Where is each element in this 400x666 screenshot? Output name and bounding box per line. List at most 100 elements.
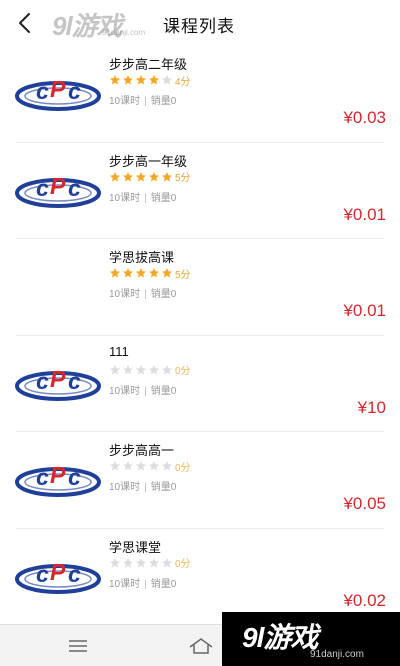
course-list-item[interactable]: c Pc 步步高二年级 4分 10课时 | 销量0 ¥0.03 (0, 46, 400, 143)
star-filled-icon (149, 268, 159, 278)
course-price: ¥10 (357, 397, 386, 417)
page-title: 课程列表 (163, 17, 235, 36)
star-filled-icon (110, 268, 120, 278)
star-rating: 0分 (109, 363, 191, 377)
star-rating: 5分 (109, 266, 191, 281)
star-filled-icon (123, 268, 133, 278)
sales-count: 销量0 (150, 192, 177, 204)
star-filled-icon (149, 171, 159, 181)
course-list-item[interactable]: c Pc 步步高一年级 5分 10课时 | 销量0 ¥0.01 (0, 143, 400, 239)
svg-text:c: c (36, 368, 49, 394)
meta-separator: | (144, 385, 147, 397)
star-empty-icon (149, 557, 159, 567)
course-logo-icon: cPc (15, 366, 101, 401)
course-price: ¥0.01 (343, 301, 386, 320)
course-thumbnail: cPc (14, 456, 102, 500)
chevron-left-icon (19, 13, 30, 33)
course-list-item[interactable]: c Pc 步步高高一 0分 10课时 | 销量0 ¥0.05 (0, 432, 400, 529)
star-empty-icon (123, 461, 133, 471)
course-meta: 10课时 | 销量0 (109, 189, 176, 204)
meta-separator: | (144, 482, 147, 493)
course-meta: 10课时 | 销量0 (109, 478, 176, 493)
course-thumbnail: cPc (14, 553, 102, 597)
course-title: 学思拔高课 (109, 250, 175, 265)
svg-text:c: c (68, 368, 81, 394)
star-rating: 4分 (109, 73, 191, 88)
lesson-count: 10课时 (109, 482, 141, 493)
lesson-count: 10课时 (109, 289, 141, 300)
star-filled-icon (123, 75, 133, 85)
course-list-item[interactable]: 学思拔高课 5分 10课时 | 销量0 ¥0.01 (0, 239, 400, 336)
star-filled-icon (136, 75, 146, 85)
star-filled-icon (136, 171, 146, 181)
menu-icon[interactable] (67, 638, 89, 654)
star-empty-icon (136, 364, 146, 374)
star-empty-icon (110, 461, 120, 471)
header-bar: 9l游戏 91danji.com 课程列表 (0, 0, 400, 46)
sales-count: 销量0 (150, 482, 177, 493)
svg-text:c: c (36, 175, 49, 201)
svg-text:P: P (50, 559, 66, 585)
svg-text:P: P (50, 462, 66, 488)
course-price: ¥0.03 (343, 108, 386, 127)
meta-separator: | (144, 192, 147, 204)
watermark-url: 91danji.com (310, 649, 364, 660)
course-logo-icon: cPc (15, 76, 101, 111)
course-list-item[interactable]: c Pc 学思课堂 0分 10课时 | 销量0 ¥0.02 (0, 529, 400, 625)
rating-score: 4分 (175, 76, 191, 88)
svg-text:P: P (50, 173, 66, 199)
star-empty-icon (149, 364, 159, 374)
course-title: 步步高一年级 (109, 153, 188, 169)
svg-text:P: P (50, 76, 66, 102)
watermark-logo: 9l游戏 91danji.com (52, 6, 152, 42)
svg-text:c: c (36, 464, 49, 490)
meta-separator: | (144, 578, 147, 590)
course-logo-icon: cPc (15, 173, 101, 208)
sales-count: 销量0 (150, 289, 177, 300)
rating-score: 5分 (175, 269, 191, 281)
course-title: 步步高二年级 (109, 57, 188, 72)
star-filled-icon (123, 171, 133, 181)
course-list: c Pc 步步高二年级 4分 10课时 | 销量0 ¥0.03 c Pc 步步高一年级 5分 10课时 |… (0, 46, 400, 625)
star-empty-icon (110, 364, 120, 374)
star-empty-icon (136, 557, 146, 567)
course-thumbnail: cPc (14, 167, 102, 211)
star-empty-icon (162, 557, 172, 567)
star-filled-icon (110, 171, 120, 181)
home-icon[interactable] (187, 635, 215, 657)
star-empty-icon (136, 461, 146, 471)
lesson-count: 10课时 (109, 385, 141, 397)
watermark-text: 9l游戏 (242, 622, 318, 653)
star-empty-icon (110, 557, 120, 567)
svg-text:c: c (36, 561, 49, 587)
course-meta: 10课时 | 销量0 (109, 285, 176, 300)
rating-score: 5分 (175, 173, 191, 184)
watermark-url: 91danji.com (102, 28, 146, 37)
course-logo-icon: cPc (15, 462, 101, 497)
course-title: 学思课堂 (109, 539, 162, 555)
lesson-count: 10课时 (109, 578, 141, 590)
svg-text:c: c (68, 78, 81, 104)
course-meta: 10课时 | 销量0 (109, 575, 176, 590)
back-button[interactable] (14, 10, 38, 36)
course-price: ¥0.05 (343, 494, 386, 513)
star-rating: 0分 (109, 556, 191, 570)
course-title: 步步高高一 (109, 443, 175, 458)
course-list-item[interactable]: c Pc 111 0分 10课时 | 销量0 ¥10 (0, 336, 400, 432)
star-filled-icon (162, 268, 172, 278)
course-thumbnail: cPc (14, 360, 102, 404)
rating-score: 0分 (175, 462, 191, 474)
rating-score: 0分 (175, 366, 191, 377)
course-logo-icon: cPc (15, 559, 101, 594)
star-filled-icon (162, 171, 172, 181)
watermark-badge: 9l游戏 91danji.com (222, 612, 400, 666)
svg-text:P: P (50, 366, 66, 392)
course-meta: 10课时 | 销量0 (109, 382, 176, 397)
star-empty-icon (162, 364, 172, 374)
star-empty-icon (149, 461, 159, 471)
svg-text:c: c (68, 175, 81, 201)
course-meta: 10课时 | 销量0 (109, 92, 176, 107)
meta-separator: | (144, 289, 147, 300)
svg-text:c: c (68, 464, 81, 490)
star-empty-icon (123, 364, 133, 374)
